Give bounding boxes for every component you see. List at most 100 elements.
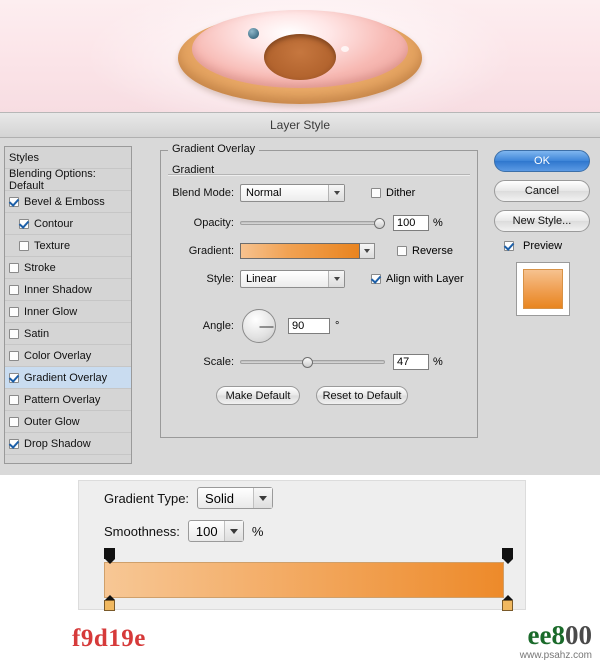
- effect-label: Stroke: [24, 261, 56, 274]
- effect-row-inner-glow[interactable]: Inner Glow: [5, 301, 131, 323]
- dialog-titlebar: Layer Style: [0, 113, 600, 138]
- effect-row-stroke[interactable]: Stroke: [5, 257, 131, 279]
- slider-thumb[interactable]: [374, 218, 385, 229]
- gradient-picker-chevron-down-icon[interactable]: [360, 243, 375, 259]
- dither-checkbox[interactable]: [371, 188, 381, 198]
- blend-mode-select[interactable]: Normal: [240, 184, 345, 202]
- effect-row-drop-shadow[interactable]: Drop Shadow: [5, 433, 131, 455]
- gradient-type-select[interactable]: Solid: [197, 487, 274, 509]
- blend-mode-row: Blend Mode: Normal Dither: [166, 184, 466, 202]
- hex-code-label: f9d19e: [72, 625, 146, 652]
- cancel-label: Cancel: [524, 185, 560, 197]
- satin-checkbox[interactable]: [9, 328, 19, 339]
- effect-row-satin[interactable]: Satin: [5, 323, 131, 345]
- smoothness-select[interactable]: 100: [187, 520, 244, 542]
- preview-checkbox[interactable]: [504, 241, 514, 251]
- texture-checkbox[interactable]: [19, 240, 29, 251]
- angle-value: 90: [292, 320, 305, 332]
- subgroup-divider: [168, 174, 470, 176]
- gradient-swatch[interactable]: [240, 243, 360, 259]
- effect-label: Bevel & Emboss: [24, 195, 105, 208]
- contour-checkbox[interactable]: [19, 218, 29, 229]
- inner-glow-checkbox[interactable]: [9, 306, 19, 317]
- style-label: Style:: [206, 273, 234, 285]
- reset-to-default-label: Reset to Default: [322, 389, 402, 402]
- make-default-label: Make Default: [225, 389, 291, 402]
- gradient-opacity-stop-right[interactable]: [502, 548, 513, 564]
- donut-graphic: [178, 8, 422, 106]
- style-select[interactable]: Linear: [240, 270, 345, 288]
- align-with-layer-label: Align with Layer: [386, 273, 464, 285]
- scale-input[interactable]: 47: [393, 354, 429, 370]
- gradient-type-label: Gradient Type:: [104, 490, 190, 506]
- new-style-button[interactable]: New Style...: [494, 210, 590, 232]
- inner-shadow-checkbox[interactable]: [9, 284, 19, 295]
- blending-options-row[interactable]: Blending Options: Default: [5, 168, 131, 192]
- ok-button[interactable]: OK: [494, 150, 590, 172]
- angle-dial[interactable]: [242, 309, 276, 343]
- opacity-input[interactable]: 100: [393, 215, 429, 231]
- effect-label: Inner Shadow: [24, 283, 92, 296]
- gradient-color-stop-right[interactable]: [502, 595, 513, 611]
- stroke-checkbox[interactable]: [9, 262, 19, 273]
- effect-label: Color Overlay: [24, 349, 92, 362]
- scale-slider[interactable]: [240, 355, 385, 369]
- reset-to-default-button[interactable]: Reset to Default: [316, 386, 408, 405]
- opacity-label: Opacity:: [193, 217, 234, 229]
- effect-row-color-overlay[interactable]: Color Overlay: [5, 345, 131, 367]
- slider-thumb[interactable]: [302, 357, 313, 368]
- gradient-type-row: Gradient Type: Solid: [104, 487, 274, 509]
- cancel-button[interactable]: Cancel: [494, 180, 590, 202]
- watermark-url: www.psahz.com: [519, 650, 592, 661]
- scale-row: Scale: 47 %: [166, 353, 466, 371]
- preview-row[interactable]: Preview: [504, 240, 594, 252]
- reverse-checkbox[interactable]: [397, 246, 407, 256]
- gradient-preview-bar[interactable]: [104, 562, 504, 598]
- effect-label: Satin: [24, 327, 50, 340]
- pattern-overlay-checkbox[interactable]: [9, 394, 19, 405]
- color-overlay-checkbox[interactable]: [9, 350, 19, 361]
- effect-row-contour[interactable]: Contour: [5, 213, 131, 235]
- drop-shadow-checkbox[interactable]: [9, 438, 19, 449]
- effect-label: Drop Shadow: [24, 437, 91, 450]
- effect-label: Pattern Overlay: [24, 393, 101, 406]
- effect-row-inner-shadow[interactable]: Inner Shadow: [5, 279, 131, 301]
- angle-label: Angle:: [202, 320, 234, 332]
- style-value: Linear: [246, 273, 277, 285]
- make-default-button[interactable]: Make Default: [216, 386, 300, 405]
- gradient-opacity-stop-left[interactable]: [104, 548, 115, 564]
- angle-unit: °: [335, 320, 340, 332]
- dither-label: Dither: [386, 187, 416, 199]
- effect-row-gradient-overlay[interactable]: Gradient Overlay: [5, 367, 131, 389]
- gradient-color-stop-left[interactable]: [104, 595, 115, 611]
- chevron-down-icon: [253, 488, 273, 508]
- smoothness-unit: %: [251, 523, 264, 539]
- dialog-title: Layer Style: [269, 118, 331, 132]
- effect-row-bevel-emboss[interactable]: Bevel & Emboss: [5, 191, 131, 213]
- slider-track: [240, 221, 385, 225]
- gradient-label: Gradient:: [188, 245, 234, 257]
- watermark-title: ee800: [520, 622, 592, 649]
- new-style-label: New Style...: [512, 215, 572, 227]
- outer-glow-checkbox[interactable]: [9, 416, 19, 427]
- effect-row-texture[interactable]: Texture: [5, 235, 131, 257]
- smoothness-row: Smoothness: 100 %: [104, 520, 263, 542]
- blend-mode-value: Normal: [246, 187, 282, 199]
- chevron-down-icon: [223, 521, 243, 541]
- align-with-layer-checkbox[interactable]: [371, 274, 381, 284]
- chevron-down-icon: [328, 271, 344, 287]
- effect-label: Inner Glow: [24, 305, 78, 318]
- bevel-emboss-checkbox[interactable]: [9, 196, 19, 207]
- gradient-overlay-checkbox[interactable]: [9, 372, 19, 383]
- effect-row-pattern-overlay[interactable]: Pattern Overlay: [5, 389, 131, 411]
- blend-mode-label: Blend Mode:: [172, 187, 234, 199]
- effect-row-outer-glow[interactable]: Outer Glow: [5, 411, 131, 433]
- donut-sprinkle-blue: [248, 28, 259, 39]
- opacity-unit: %: [433, 217, 443, 229]
- angle-input[interactable]: 90: [288, 318, 330, 334]
- effect-label: Contour: [34, 217, 74, 230]
- ok-label: OK: [534, 155, 550, 167]
- opacity-slider[interactable]: [240, 216, 385, 230]
- styles-list-header[interactable]: Styles: [5, 147, 131, 169]
- scale-unit: %: [433, 356, 443, 368]
